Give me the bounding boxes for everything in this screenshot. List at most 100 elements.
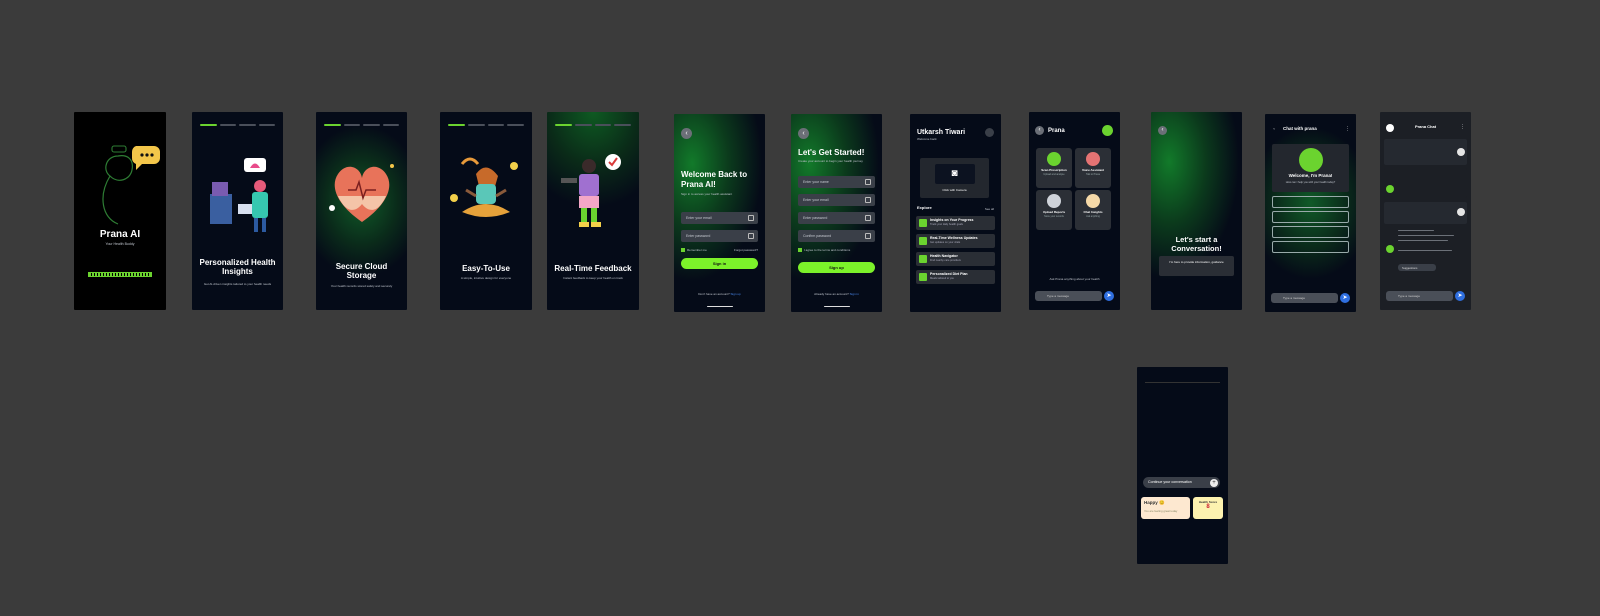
confirm-password-field[interactable]: Confirm password xyxy=(798,230,875,242)
prana-screen: ‹ Prana Scan Prescription Upload and anal… xyxy=(1029,112,1120,310)
continue-label: Continue your conversation xyxy=(1148,480,1192,484)
suggestion-chip[interactable]: Suggestions xyxy=(1398,264,1436,271)
remember-label: Remember me xyxy=(687,248,707,252)
heart-illustration xyxy=(329,164,394,222)
explore-item[interactable]: Personalized Diet Plan Meals tailored to … xyxy=(916,270,995,284)
send-button[interactable]: ➤ xyxy=(1340,293,1350,303)
back-button[interactable]: ‹ xyxy=(1035,126,1044,135)
suggestion-item[interactable] xyxy=(1272,241,1349,253)
back-button[interactable]: ‹ xyxy=(798,128,809,139)
camera-upload-card[interactable]: ◙ Click with Camera xyxy=(920,158,989,198)
mail-icon xyxy=(748,215,754,221)
mood-title: Happy 😊 xyxy=(1144,500,1165,505)
welcome-desc: How can I help you with your health toda… xyxy=(1285,181,1336,184)
splash-screen: Prana AI Your Health Buddy xyxy=(74,112,166,310)
map-icon xyxy=(919,255,927,263)
see-all-link[interactable]: See all xyxy=(985,207,994,212)
prana-avatar xyxy=(1298,148,1323,172)
chat-icon xyxy=(1086,194,1100,208)
start-chat-title: Let's start a Conversation! xyxy=(1171,235,1222,253)
profile-icon[interactable] xyxy=(1102,125,1113,136)
login-screen: ‹ Welcome Back to Prana AI! Sign in to a… xyxy=(674,114,765,312)
message-input[interactable]: Type a message xyxy=(1271,293,1338,303)
mic-icon xyxy=(1086,152,1100,166)
notification-icon[interactable] xyxy=(985,128,994,137)
add-icon[interactable]: + xyxy=(1210,478,1218,487)
scan-icon xyxy=(1047,152,1061,166)
feature-chat[interactable]: Chat Insights Ask anything xyxy=(1075,190,1111,230)
login-footer: Don't have an account? Sign up xyxy=(674,292,765,297)
prana-chat-screen: Prana Chat ⋮ Suggestions Type a message … xyxy=(1380,112,1471,310)
text-line xyxy=(1398,250,1452,252)
sign-up-link[interactable]: Sign up xyxy=(731,292,741,296)
score-card[interactable]: Health Score 8 xyxy=(1193,497,1223,519)
explore-label: Explore xyxy=(917,205,932,210)
chat-screen: ‹ Chat with prana ⋮ Welcome, I'm Prana! … xyxy=(1265,114,1356,312)
camera-label: Click with Camera xyxy=(942,188,967,192)
suggestion-item[interactable] xyxy=(1272,196,1349,208)
start-chat-screen: ‹ Let's start a Conversation! I'm here t… xyxy=(1151,112,1242,310)
message-input[interactable]: Type a message xyxy=(1035,291,1102,301)
mood-screen: Continue your conversation + Happy 😊 You… xyxy=(1137,367,1228,564)
explore-item[interactable]: Real-Time Wellness Updates Get updates on… xyxy=(916,234,995,248)
send-button[interactable]: ➤ xyxy=(1455,291,1465,301)
mood-card[interactable]: Happy 😊 You are feeling great today xyxy=(1141,497,1190,519)
progress-indicator xyxy=(448,124,524,126)
text-line xyxy=(1398,235,1454,237)
terms-checkbox[interactable] xyxy=(798,248,802,252)
explore-item[interactable]: Insights on Your Progress Track your dail… xyxy=(916,216,995,230)
login-title: Welcome Back to Prana AI! xyxy=(681,170,748,189)
signup-footer-text: Already have an account? xyxy=(814,292,849,296)
sign-up-button[interactable]: Sign up xyxy=(798,262,875,273)
fitness-illustration xyxy=(561,154,621,227)
onboarding-1: Personalized Health Insights Get AI-driv… xyxy=(192,112,283,310)
message-input[interactable]: Type a message xyxy=(1386,291,1453,301)
bot-avatar xyxy=(1386,185,1394,193)
email-field[interactable]: Enter your email xyxy=(798,194,875,206)
camera-icon: ◙ xyxy=(934,164,975,184)
name-field[interactable]: Enter your name xyxy=(798,176,875,188)
bot-avatar xyxy=(1386,245,1394,253)
onboarding-desc: A simple, intuitive design for everyone xyxy=(460,276,512,280)
signup-screen: ‹ Let's Get Started! Create your account… xyxy=(791,114,882,312)
menu-icon[interactable]: ⋮ xyxy=(1345,126,1350,132)
email-field[interactable]: Enter your email xyxy=(681,212,758,224)
continue-chip[interactable]: Continue your conversation + xyxy=(1143,477,1220,488)
sign-in-button[interactable]: Sign in xyxy=(681,258,758,269)
feature-voice[interactable]: Voice Assistant Talk to Prana xyxy=(1075,148,1111,188)
explore-item[interactable]: Health Navigator Find nearby care provide… xyxy=(916,252,995,266)
onboarding-desc: Your health records stored safely and se… xyxy=(330,284,393,288)
onboarding-2: Secure Cloud Storage Your health records… xyxy=(316,112,407,310)
feature-upload[interactable]: Upload Reports Store your records xyxy=(1036,190,1072,230)
suggestion-item[interactable] xyxy=(1272,211,1349,223)
loading-bar xyxy=(88,272,152,277)
app-title: Prana AI xyxy=(99,229,141,240)
score-value: 8 xyxy=(1206,504,1210,510)
mood-desc: You are feeling great today xyxy=(1144,509,1178,513)
forgot-link[interactable]: Forgot password? xyxy=(734,248,758,253)
suggestion-item[interactable] xyxy=(1272,226,1349,238)
onboarding-title: Easy-To-Use xyxy=(462,264,510,273)
user-avatar xyxy=(1457,148,1465,156)
back-button[interactable]: ‹ xyxy=(1271,126,1277,132)
menu-icon[interactable]: ⋮ xyxy=(1460,124,1465,130)
login-subtitle: Sign in to access your health assistant xyxy=(681,192,733,196)
sign-in-link[interactable]: Sign in xyxy=(850,292,859,296)
home-indicator xyxy=(823,305,850,307)
onboarding-desc: Get AI-driven insights tailored to your … xyxy=(203,282,272,286)
home-indicator xyxy=(706,305,733,307)
text-line xyxy=(1398,240,1448,242)
welcome-title: Welcome, I'm Prana! xyxy=(1288,173,1333,178)
back-button[interactable]: ‹ xyxy=(1158,126,1167,135)
insights-illustration xyxy=(210,158,268,232)
chart-icon xyxy=(919,219,927,227)
password-field[interactable]: Enter password xyxy=(798,212,875,224)
onboarding-4: Real-Time Feedback Instant feedback to k… xyxy=(547,112,639,310)
prana-chat-title: Prana Chat xyxy=(1414,124,1437,129)
back-button[interactable]: ‹ xyxy=(681,128,692,139)
feature-scan[interactable]: Scan Prescription Upload and analyse xyxy=(1036,148,1072,188)
mail-icon xyxy=(865,197,871,203)
remember-checkbox[interactable] xyxy=(681,248,685,252)
send-button[interactable]: ➤ xyxy=(1104,291,1114,301)
password-field[interactable]: Enter password xyxy=(681,230,758,242)
